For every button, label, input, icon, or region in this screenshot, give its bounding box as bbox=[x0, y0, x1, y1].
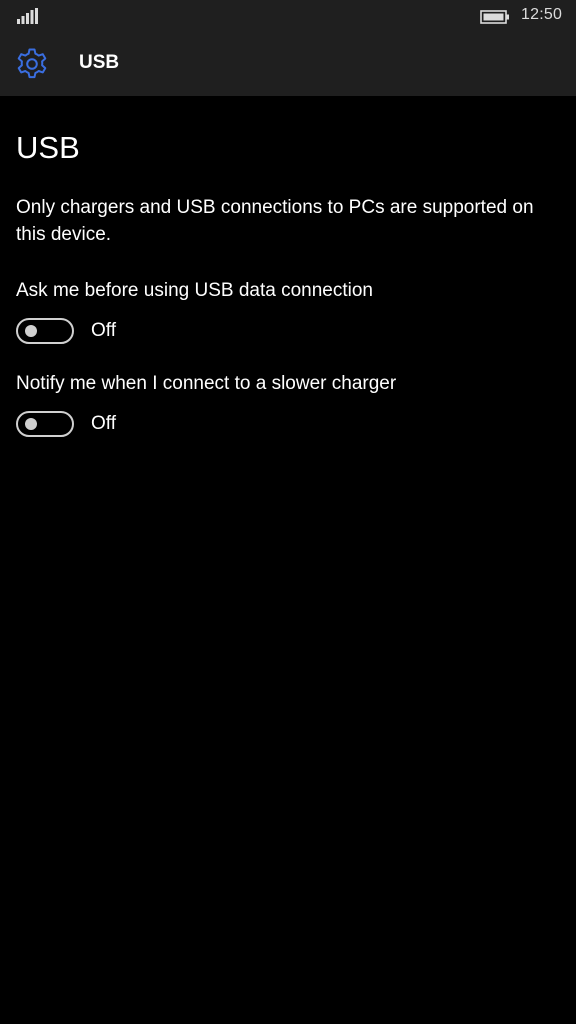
signal-bars-icon bbox=[17, 8, 38, 24]
page-description: Only chargers and USB connections to PCs… bbox=[16, 197, 534, 245]
title-bar: USB bbox=[0, 32, 576, 96]
usb-data-connection-state: Off bbox=[91, 320, 116, 341]
clock: 12:50 bbox=[521, 6, 563, 23]
slower-charger-label: Notify me when I connect to a slower cha… bbox=[16, 373, 397, 394]
app-title: USB bbox=[79, 52, 120, 73]
usb-data-connection-label: Ask me before using USB data connection bbox=[16, 280, 373, 301]
toggle-knob bbox=[25, 418, 37, 430]
status-bar: 12:50 bbox=[0, 0, 576, 32]
slower-charger-toggle[interactable] bbox=[16, 411, 74, 437]
battery-icon bbox=[480, 10, 509, 24]
slower-charger-state: Off bbox=[91, 413, 116, 434]
page-title: USB bbox=[16, 130, 80, 165]
usb-data-connection-toggle[interactable] bbox=[16, 318, 74, 344]
gear-icon bbox=[17, 48, 47, 79]
toggle-knob bbox=[25, 325, 37, 337]
